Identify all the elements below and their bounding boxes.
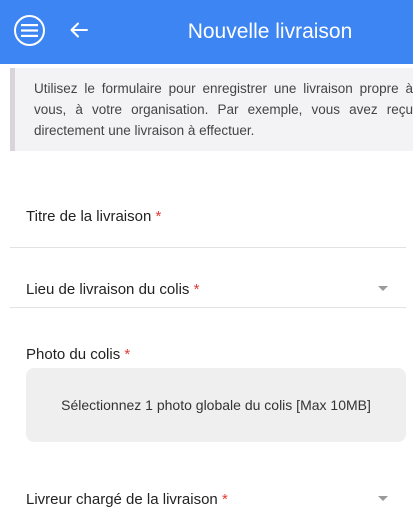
delivery-location-select[interactable]: Lieu de livraison du colis *: [10, 281, 406, 308]
required-marker: *: [124, 346, 131, 363]
arrow-back-icon[interactable]: [66, 17, 92, 43]
delivery-driver-select[interactable]: Livreur chargé de la livraison *: [10, 491, 406, 512]
app-header: Nouvelle livraison: [0, 0, 413, 64]
delivery-title-label: Titre de la livraison *: [26, 208, 162, 225]
menu-icon[interactable]: [14, 15, 45, 46]
required-marker: *: [221, 491, 228, 508]
info-note: Utilisez le formulaire pour enregistrer …: [10, 68, 413, 151]
delivery-title-field[interactable]: Titre de la livraison *: [10, 208, 406, 248]
chevron-down-icon[interactable]: [378, 496, 388, 501]
photo-label: Photo du colis *: [26, 346, 131, 363]
delivery-driver-label: Livreur chargé de la livraison *: [26, 491, 228, 508]
required-marker: *: [193, 281, 200, 298]
app-screen: Nouvelle livraison Utilisez le formulair…: [0, 0, 413, 512]
page-title: Nouvelle livraison: [187, 20, 353, 43]
delivery-location-label: Lieu de livraison du colis *: [26, 281, 200, 298]
required-marker: *: [155, 208, 162, 225]
chevron-down-icon[interactable]: [378, 286, 388, 291]
photo-upload-button[interactable]: Sélectionnez 1 photo globale du colis [M…: [26, 368, 406, 442]
